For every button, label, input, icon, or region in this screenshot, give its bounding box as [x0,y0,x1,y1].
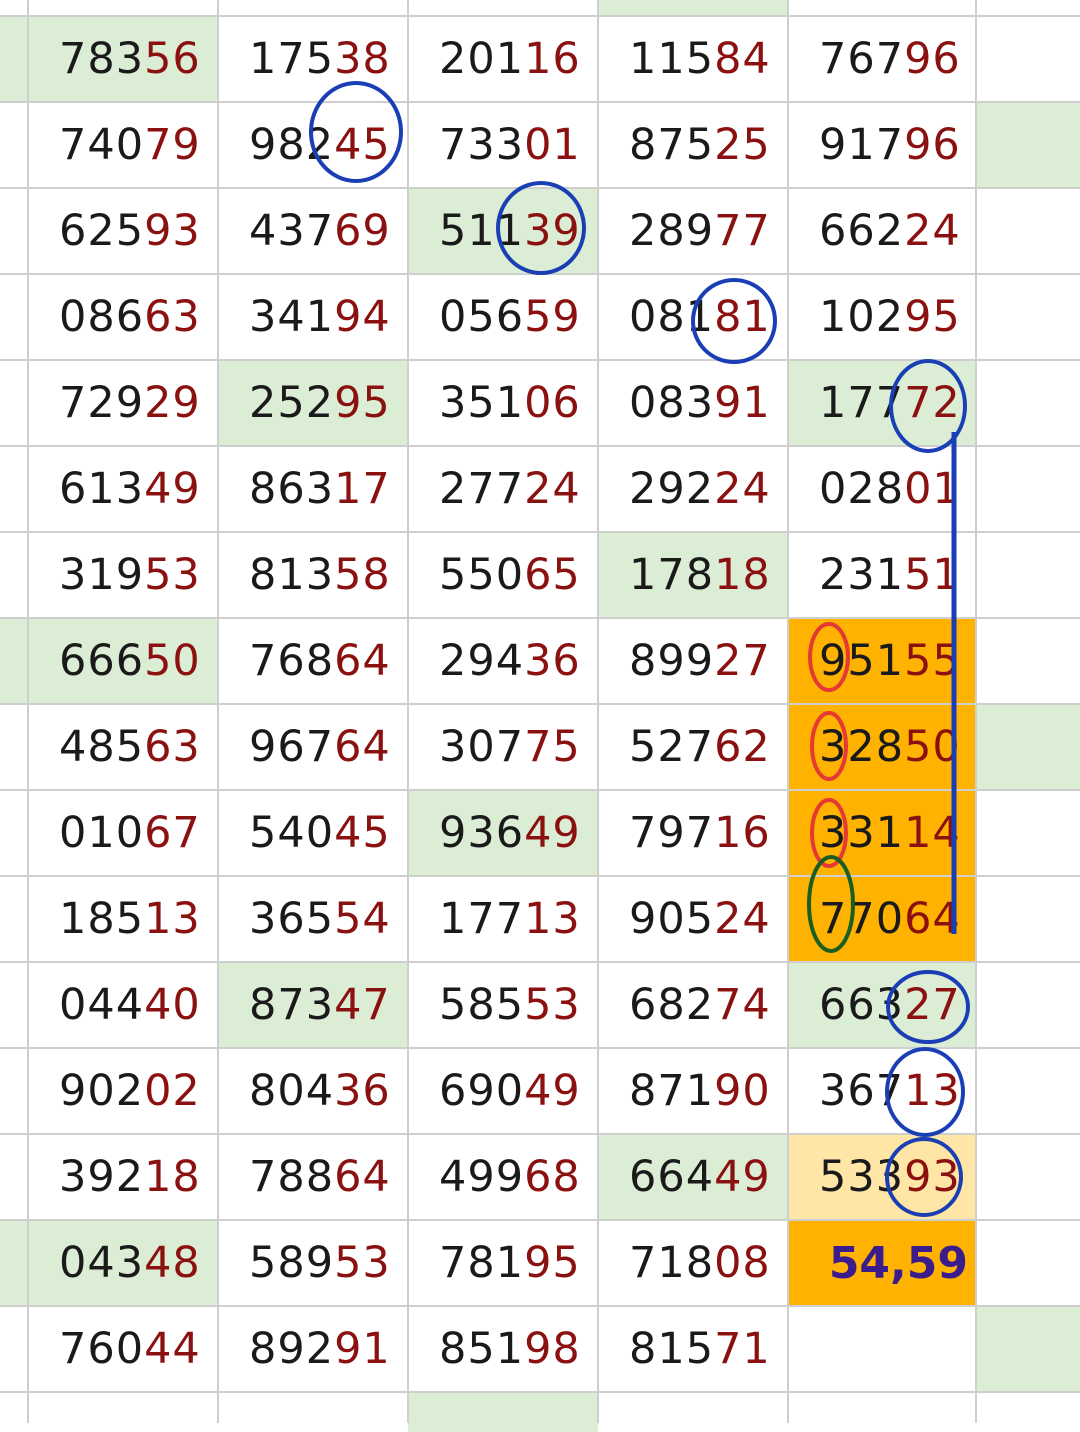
blue-circle-annotation [309,81,403,183]
red-circle-annotation [810,711,848,781]
blue-circle-annotation [885,1047,965,1137]
blue-circle-annotation [885,1137,963,1217]
blue-circle-annotation [691,278,777,364]
blue-circle-annotation [496,181,586,275]
green-circle-annotation [807,855,855,953]
blue-circle-annotation [886,970,970,1044]
annotation-layer [309,81,970,1217]
red-circle-annotation [808,622,850,692]
